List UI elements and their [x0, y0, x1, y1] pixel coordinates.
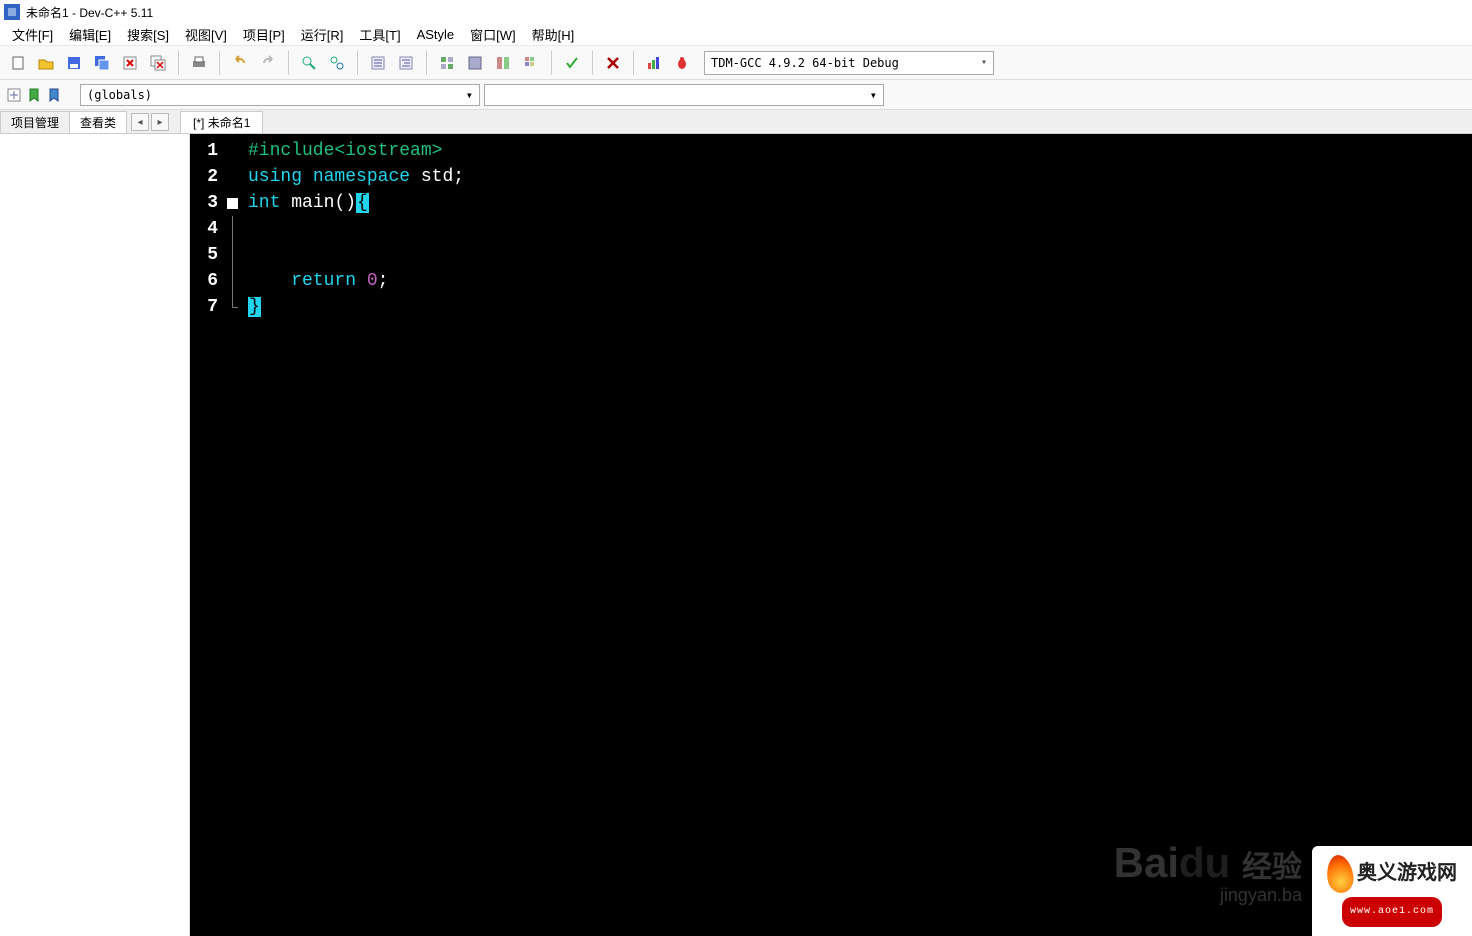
- toolbar-separator: [219, 51, 220, 75]
- bookmark-add-icon[interactable]: [26, 87, 42, 103]
- replace-icon[interactable]: [325, 51, 349, 75]
- toolbar-separator: [357, 51, 358, 75]
- scope-select[interactable]: (globals) ▾: [80, 84, 480, 106]
- chevron-down-icon: ▾: [981, 57, 987, 68]
- watermark-sub: jingyan.ba: [1114, 886, 1302, 906]
- watermark-suffix: 经验: [1242, 851, 1302, 884]
- fold-column: [224, 134, 240, 936]
- print-icon[interactable]: [187, 51, 211, 75]
- chevron-down-icon: ▾: [466, 88, 473, 102]
- second-toolbar: (globals) ▾ ▾: [0, 80, 1472, 110]
- toolbar: TDM-GCC 4.9.2 64-bit Debug ▾: [0, 46, 1472, 80]
- watermark: Baidu 经验 jingyan.ba: [1114, 840, 1302, 906]
- menubar: 文件[F] 编辑[E] 搜索[S] 视图[V] 项目[P] 运行[R] 工具[T…: [0, 24, 1472, 46]
- outdent-icon[interactable]: [394, 51, 418, 75]
- watermark-brand2: du: [1179, 839, 1230, 886]
- bug-icon[interactable]: [670, 51, 694, 75]
- goto-icon[interactable]: [6, 87, 22, 103]
- menu-help[interactable]: 帮助[H]: [524, 23, 583, 46]
- open-file-icon[interactable]: [34, 51, 58, 75]
- watermark-brand: Bai: [1114, 839, 1179, 886]
- badge-url: www.aoe1.com: [1342, 897, 1442, 927]
- menu-window[interactable]: 窗口[W]: [462, 23, 524, 46]
- chart-icon[interactable]: [642, 51, 666, 75]
- menu-run[interactable]: 运行[R]: [293, 23, 352, 46]
- site-badge: 奥义游戏网 www.aoe1.com: [1312, 846, 1472, 936]
- tab-next-button[interactable]: ▸: [151, 113, 169, 131]
- app-icon: [4, 4, 20, 20]
- tab-nav: ◂ ▸: [130, 111, 170, 133]
- chevron-down-icon: ▾: [870, 88, 877, 102]
- undo-icon[interactable]: [228, 51, 252, 75]
- new-file-icon[interactable]: [6, 51, 30, 75]
- code-editor[interactable]: 1234567 #include<iostream>using namespac…: [190, 134, 1472, 936]
- panel-tabs: 项目管理 查看类: [0, 110, 126, 133]
- menu-search[interactable]: 搜索[S]: [119, 23, 177, 46]
- debug-check-icon[interactable]: [560, 51, 584, 75]
- file-tab-unnamed1[interactable]: [*] 未命名1: [180, 111, 263, 133]
- menu-astyle[interactable]: AStyle: [409, 25, 463, 44]
- member-select[interactable]: ▾: [484, 84, 884, 106]
- line-gutter: 1234567: [190, 134, 224, 936]
- menu-view[interactable]: 视图[V]: [177, 23, 235, 46]
- rebuild-icon[interactable]: [519, 51, 543, 75]
- menu-project[interactable]: 项目[P]: [235, 23, 293, 46]
- toolbar-separator: [288, 51, 289, 75]
- menu-file[interactable]: 文件[F]: [4, 23, 61, 46]
- run-icon[interactable]: [463, 51, 487, 75]
- toolbar-separator: [633, 51, 634, 75]
- menu-edit[interactable]: 编辑[E]: [61, 23, 119, 46]
- titlebar: 未命名1 - Dev-C++ 5.11: [0, 0, 1472, 24]
- menu-tools[interactable]: 工具[T]: [351, 23, 408, 46]
- badge-title: 奥义游戏网: [1357, 862, 1457, 888]
- toolbar-separator: [551, 51, 552, 75]
- bookmark-toggle-icon[interactable]: [46, 87, 62, 103]
- save-icon[interactable]: [62, 51, 86, 75]
- compile-icon[interactable]: [435, 51, 459, 75]
- tab-classes[interactable]: 查看类: [69, 111, 127, 133]
- tab-project[interactable]: 项目管理: [0, 111, 70, 133]
- window-title: 未命名1 - Dev-C++ 5.11: [26, 4, 153, 21]
- redo-icon[interactable]: [256, 51, 280, 75]
- compile-run-icon[interactable]: [491, 51, 515, 75]
- compiler-selected-label: TDM-GCC 4.9.2 64-bit Debug: [711, 56, 899, 70]
- code-content[interactable]: #include<iostream>using namespace std;in…: [240, 134, 472, 936]
- tab-prev-button[interactable]: ◂: [131, 113, 149, 131]
- close-file-icon[interactable]: [118, 51, 142, 75]
- toolbar-separator: [592, 51, 593, 75]
- toolbar-separator: [426, 51, 427, 75]
- close-all-icon[interactable]: [146, 51, 170, 75]
- compiler-select[interactable]: TDM-GCC 4.9.2 64-bit Debug ▾: [704, 51, 994, 75]
- find-icon[interactable]: [297, 51, 321, 75]
- flame-icon: [1324, 853, 1355, 894]
- indent-icon[interactable]: [366, 51, 390, 75]
- file-tabs: [*] 未命名1: [180, 110, 263, 133]
- save-all-icon[interactable]: [90, 51, 114, 75]
- scope-label: (globals): [87, 88, 152, 102]
- main-area: 1234567 #include<iostream>using namespac…: [0, 134, 1472, 936]
- stop-icon[interactable]: [601, 51, 625, 75]
- tabbar: 项目管理 查看类 ◂ ▸ [*] 未命名1: [0, 110, 1472, 134]
- class-view-panel[interactable]: [0, 134, 190, 936]
- toolbar-separator: [178, 51, 179, 75]
